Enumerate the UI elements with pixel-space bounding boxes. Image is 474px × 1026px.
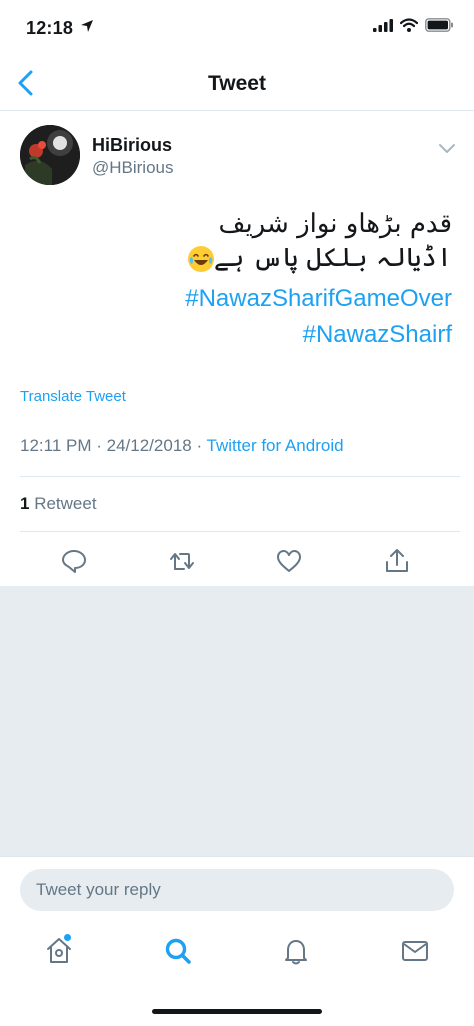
avatar-image (20, 125, 80, 185)
home-icon[interactable] (44, 936, 74, 966)
retweet-stats[interactable]: 1 Retweet (20, 494, 97, 514)
tweet-text: قدم بڑھاو نواز شریف اڈیالہ بلکل پاس ہے #… (32, 207, 452, 353)
avatar[interactable] (20, 125, 80, 185)
divider (20, 476, 460, 477)
tweet-date: 24/12/2018 (106, 436, 192, 455)
location-arrow-icon (81, 20, 93, 32)
tweet-text-line: قدم بڑھاو نواز شریف (218, 209, 452, 239)
search-icon[interactable] (163, 936, 193, 966)
cellular-signal-icon (373, 18, 393, 32)
divider (20, 531, 460, 532)
share-icon[interactable] (383, 547, 411, 575)
tweet-text-line: اڈیالہ بلکل پاس ہے (213, 243, 452, 273)
reply-input[interactable] (20, 869, 454, 911)
status-icons (373, 18, 454, 32)
reply-icon[interactable] (60, 547, 88, 575)
tears-of-joy-emoji-icon (187, 246, 214, 272)
notification-dot (64, 934, 71, 941)
hashtag-link[interactable]: #NawazSharifGameOver (32, 281, 452, 317)
page-title: Tweet (208, 72, 266, 95)
display-name[interactable]: HiBirious (92, 135, 172, 156)
battery-icon (425, 18, 453, 32)
tweet-text-line-with-emoji: اڈیالہ بلکل پاس ہے (32, 241, 452, 275)
tweet-text-urdu: قدم بڑھاو نواز شریف اڈیالہ بلکل پاس ہے (32, 207, 452, 275)
notifications-icon[interactable] (281, 936, 311, 966)
tweet-source-link[interactable]: Twitter for Android (207, 436, 344, 455)
tweet-actions (0, 547, 474, 587)
status-bar: 12:18 (0, 0, 474, 58)
like-icon[interactable] (275, 547, 303, 575)
status-time: 12:18 (26, 18, 74, 38)
replies-area (0, 586, 474, 856)
retweet-label: Retweet (34, 494, 97, 513)
chevron-down-icon[interactable] (438, 141, 456, 155)
tweet-meta: 12:11 PM · 24/12/2018 · Twitter for Andr… (20, 436, 344, 456)
home-indicator (152, 1009, 322, 1014)
tweet-time: 12:11 PM (20, 436, 92, 455)
reply-bar (0, 856, 474, 918)
user-handle[interactable]: @HBirious (92, 158, 174, 178)
hashtag-link[interactable]: #NawazShairf (32, 317, 452, 353)
tab-bar (0, 918, 474, 1026)
meta-separator: · (196, 436, 207, 455)
retweet-icon[interactable] (168, 547, 196, 575)
translate-tweet-link[interactable]: Translate Tweet (20, 388, 126, 405)
nav-bar: Tweet (0, 58, 474, 111)
retweet-count: 1 (20, 494, 30, 513)
wifi-icon (400, 18, 418, 32)
meta-separator: · (96, 436, 107, 455)
messages-icon[interactable] (400, 936, 430, 966)
